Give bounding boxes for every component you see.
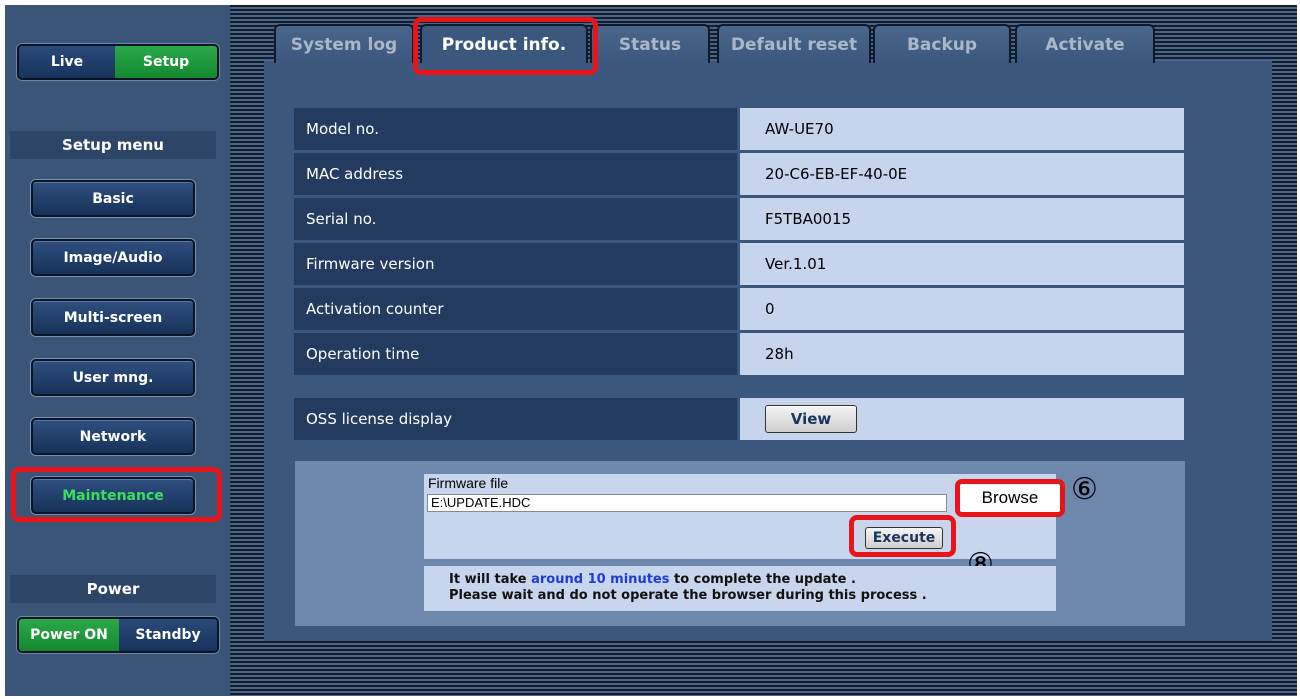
menu-maintenance-button[interactable]: Maintenance	[31, 477, 195, 514]
callout-6: ⑥	[1071, 472, 1098, 507]
info-value: F5TBA0015	[740, 198, 1184, 240]
setup-menu-label: Setup menu	[10, 131, 216, 159]
info-label: Model no.	[294, 108, 737, 150]
oss-license-row: OSS license display View	[294, 398, 1184, 440]
info-row-operation: Operation time 28h	[294, 333, 1184, 375]
menu-multi-screen-button[interactable]: Multi-screen	[31, 299, 195, 336]
tab-status[interactable]: Status	[590, 24, 710, 63]
info-value: 28h	[740, 333, 1184, 375]
info-row-serial: Serial no. F5TBA0015	[294, 198, 1184, 240]
menu-basic-button[interactable]: Basic	[31, 180, 195, 217]
info-row-activation: Activation counter 0	[294, 288, 1184, 330]
info-row-firmware: Firmware version Ver.1.01	[294, 243, 1184, 285]
firmware-file-label: Firmware file	[428, 475, 509, 491]
menu-user-mng-button[interactable]: User mng.	[31, 359, 195, 396]
execute-button[interactable]: Execute	[865, 527, 943, 549]
tab-product-info[interactable]: Product info.	[420, 24, 588, 63]
info-label: Activation counter	[294, 288, 737, 330]
note-text: Please wait and do not operate the brows…	[449, 588, 927, 603]
oss-license-cell: View	[740, 398, 1184, 440]
menu-network-button[interactable]: Network	[31, 418, 195, 455]
tab-backup[interactable]: Backup	[873, 24, 1011, 63]
live-button[interactable]: Live	[19, 46, 115, 78]
firmware-file-input[interactable]: E:\UPDATE.HDC	[427, 494, 947, 512]
info-value: AW-UE70	[740, 108, 1184, 150]
info-value: Ver.1.01	[740, 243, 1184, 285]
tab-default-reset[interactable]: Default reset	[717, 24, 871, 63]
info-label: Operation time	[294, 333, 737, 375]
view-button[interactable]: View	[765, 405, 857, 433]
info-row-model: Model no. AW-UE70	[294, 108, 1184, 150]
info-row-mac: MAC address 20-C6-EB-EF-40-0E	[294, 153, 1184, 195]
oss-license-label: OSS license display	[294, 398, 737, 440]
power-on-button[interactable]: Power ON	[19, 619, 119, 651]
info-label: MAC address	[294, 153, 737, 195]
info-value: 20-C6-EB-EF-40-0E	[740, 153, 1184, 195]
standby-button[interactable]: Standby	[119, 619, 217, 651]
info-value: 0	[740, 288, 1184, 330]
mode-switch: Live Setup	[17, 44, 219, 80]
power-label: Power	[10, 575, 216, 603]
power-switch: Power ON Standby	[17, 617, 219, 653]
setup-button[interactable]: Setup	[115, 46, 217, 78]
tab-activate[interactable]: Activate	[1015, 24, 1155, 63]
info-label: Firmware version	[294, 243, 737, 285]
browse-button[interactable]: Browse	[955, 479, 1065, 517]
update-note: It will take around 10 minutes to comple…	[449, 572, 927, 604]
info-label: Serial no.	[294, 198, 737, 240]
tab-system-log[interactable]: System log	[274, 24, 414, 63]
note-text: It will take	[449, 572, 532, 587]
menu-image-audio-button[interactable]: Image/Audio	[31, 239, 195, 276]
note-text: to complete the update .	[669, 572, 856, 587]
note-duration: around 10 minutes	[531, 572, 670, 587]
